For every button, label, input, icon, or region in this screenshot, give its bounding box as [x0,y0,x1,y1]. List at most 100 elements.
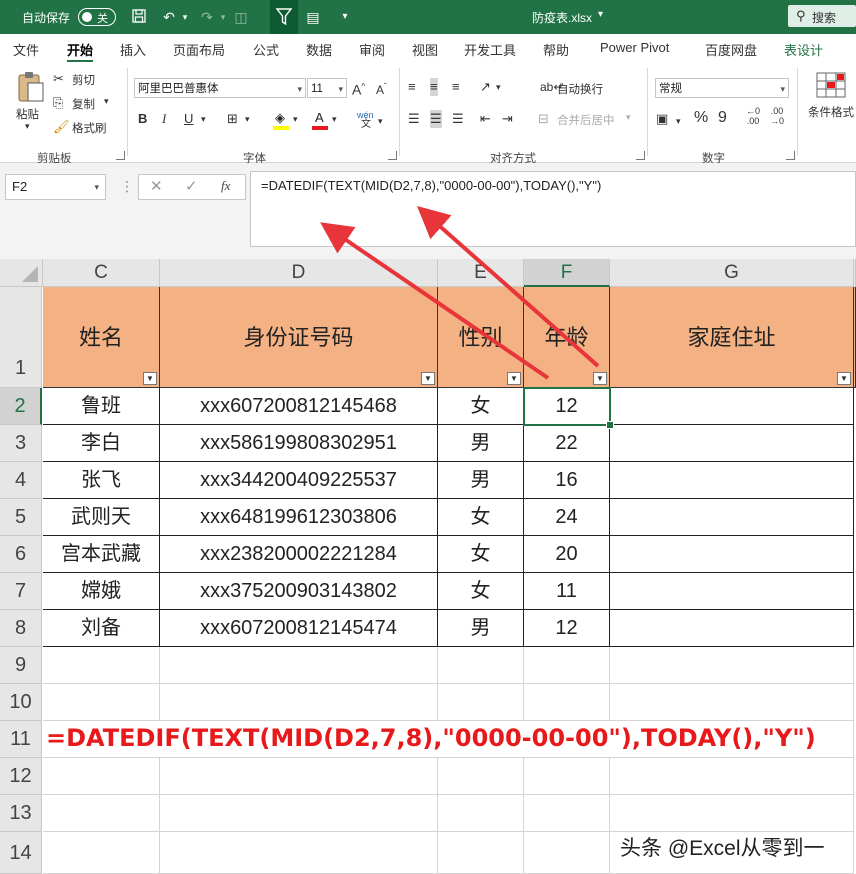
cell[interactable] [160,832,438,874]
cell-id-number[interactable]: xxx586199808302951 [160,425,438,462]
cell-gender[interactable]: 女 [438,573,524,610]
fill-handle[interactable] [606,421,614,429]
paste-button[interactable]: 粘贴 [16,106,39,122]
wrap-text-button[interactable]: 自动换行 [557,81,603,97]
borders-icon[interactable]: ⊞ [227,110,238,128]
tab-home[interactable]: 开始 [67,40,94,63]
save-icon[interactable] [130,8,148,26]
row-header-5[interactable]: 5 [0,499,42,536]
align-left-icon[interactable]: ☰ [408,110,420,128]
cell-name[interactable]: 刘备 [43,610,160,647]
decrease-font-icon[interactable]: Aˇ [376,78,387,99]
tab-developer[interactable]: 开发工具 [464,40,516,59]
cell-address[interactable] [610,573,854,610]
cell[interactable] [160,795,438,832]
cell[interactable] [438,758,524,795]
tab-formulas[interactable]: 公式 [253,40,279,59]
filter-dropdown-icon[interactable]: ▼ [837,372,851,385]
comma-style-icon[interactable]: 9 [718,109,727,127]
orientation-dropdown-icon[interactable]: ▾ [496,78,501,96]
cell-age[interactable]: 24 [524,499,610,536]
orientation-icon[interactable]: ↗ [480,78,491,96]
tab-insert[interactable]: 插入 [120,40,146,59]
cell-name[interactable]: 李白 [43,425,160,462]
cell-age[interactable]: 20 [524,536,610,573]
row-header-14[interactable]: 14 [0,832,42,874]
cell[interactable] [43,684,160,721]
cell[interactable] [43,795,160,832]
font-launcher-icon[interactable] [388,151,397,160]
filter-dropdown-icon[interactable]: ▼ [421,372,435,385]
row-header-2[interactable]: 2 [0,388,42,425]
borders-dropdown-icon[interactable]: ▾ [245,110,250,128]
accounting-dropdown-icon[interactable]: ▾ [676,112,681,130]
cell[interactable] [524,795,610,832]
row-header-12[interactable]: 12 [0,758,42,795]
filter-dropdown-icon[interactable]: ▼ [593,372,607,385]
cell-age[interactable]: 12 [524,610,610,647]
row-header-1[interactable]: 1 [0,287,42,388]
decrease-indent-icon[interactable]: ⇤ [480,110,491,128]
customize-toolbar-icon[interactable]: ▾ [336,8,354,26]
cell-gender[interactable]: 女 [438,388,524,425]
cell-name[interactable]: 武则天 [43,499,160,536]
cell[interactable] [438,832,524,874]
tab-power-pivot[interactable]: Power Pivot [600,40,669,55]
cell-name[interactable]: 宫本武藏 [43,536,160,573]
shape-icon[interactable]: ◫ [232,8,250,26]
paste-dropdown-icon[interactable]: ▾ [25,121,30,132]
row-header-7[interactable]: 7 [0,573,42,610]
table-header-cell[interactable]: 家庭住址 ▼ [610,287,854,388]
column-header-d[interactable]: D [160,259,438,287]
cell-id-number[interactable]: xxx238200002221284 [160,536,438,573]
cell-c11-formula-text[interactable]: =DATEDIF(TEXT(MID(D2,7,8),"0000-00-00"),… [46,724,816,752]
table-header-cell[interactable]: 年龄 ▼ [524,287,610,388]
merge-dropdown-icon[interactable]: ▾ [626,112,631,123]
cell-address[interactable] [610,499,854,536]
cell-address[interactable] [610,536,854,573]
active-cell-outline[interactable] [523,387,611,426]
number-launcher-icon[interactable] [786,151,795,160]
table-header-cell[interactable]: 姓名 ▼ [43,287,160,388]
fill-color-icon[interactable]: ◈ [272,110,292,130]
row-header-3[interactable]: 3 [0,425,42,462]
filter-dropdown-icon[interactable]: ▼ [507,372,521,385]
cell[interactable] [160,758,438,795]
tab-review[interactable]: 审阅 [359,40,385,59]
formula-input[interactable]: =DATEDIF(TEXT(MID(D2,7,8),"0000-00-00"),… [250,171,856,247]
cell[interactable] [524,684,610,721]
cell[interactable] [610,647,854,684]
name-box-dropdown-icon[interactable]: ▾ [94,175,99,199]
row-header-10[interactable]: 10 [0,684,42,721]
cell-id-number[interactable]: xxx375200903143802 [160,573,438,610]
cell[interactable] [160,647,438,684]
font-name-combo[interactable]: 阿里巴巴普惠体 ▾ [134,78,306,98]
tab-view[interactable]: 视图 [412,40,438,59]
table-header-cell[interactable]: 性别 ▼ [438,287,524,388]
cell[interactable] [160,684,438,721]
merge-center-button[interactable]: 合并后居中 [557,112,615,128]
cell-age[interactable]: 11 [524,573,610,610]
row-header-9[interactable]: 9 [0,647,42,684]
cell[interactable] [524,647,610,684]
cell-gender[interactable]: 女 [438,536,524,573]
cell[interactable] [43,758,160,795]
tab-page-layout[interactable]: 页面布局 [173,40,225,59]
splitter-grip-icon[interactable]: ⋮ [120,178,134,195]
cell[interactable] [438,795,524,832]
conditional-format-button[interactable]: 条件格式 [808,104,854,120]
autosave-toggle[interactable]: 关 [78,8,116,26]
insert-function-button[interactable]: fx [221,178,230,194]
search-box[interactable]: ⚲ 搜索 [788,5,856,27]
cancel-icon[interactable]: ✕ [150,177,163,195]
cell-age[interactable]: 16 [524,462,610,499]
align-bottom-icon[interactable]: ≡ [452,78,460,96]
enter-icon[interactable]: ✓ [185,177,198,195]
tab-file[interactable]: 文件 [13,40,39,59]
cell-name[interactable]: 嫦娥 [43,573,160,610]
align-right-icon[interactable]: ☰ [452,110,464,128]
increase-decimal-icon[interactable]: ←0.00 [746,106,760,126]
cell-gender[interactable]: 男 [438,610,524,647]
cell-gender[interactable]: 男 [438,425,524,462]
select-all-corner[interactable] [0,259,43,287]
